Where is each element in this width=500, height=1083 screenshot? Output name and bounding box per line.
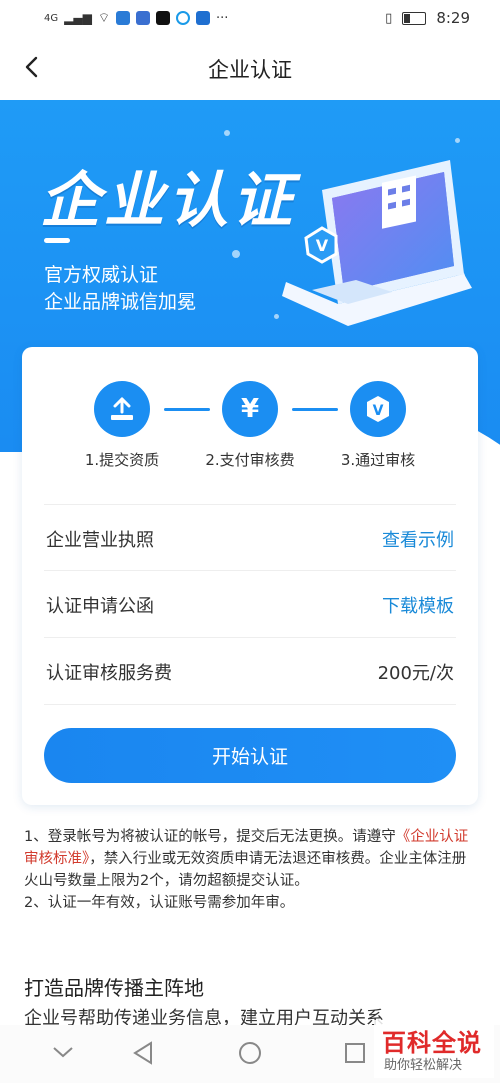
row-service-fee: 认证审核服务费 200元/次 (44, 637, 456, 704)
clock: 8:29 (436, 9, 470, 27)
row-label: 认证审核服务费 (46, 663, 172, 684)
row-label: 认证申请公函 (46, 596, 154, 617)
verified-icon: V (350, 381, 406, 437)
decor-dot (274, 314, 279, 319)
status-icons-left: 4G ▂▄▆ ⌔ ··· (44, 10, 229, 27)
hero-title: 企业认证 (40, 166, 296, 236)
signal-icon: ▂▄▆ (64, 11, 92, 25)
chevron-down-icon[interactable] (52, 1045, 74, 1059)
app-notification-icon (176, 11, 191, 25)
more-notifications-icon: ··· (216, 10, 229, 26)
watermark-subtitle: 助你轻松解决 (384, 1058, 463, 1073)
fee-value: 200元/次 (377, 663, 454, 684)
vibrate-icon: ▯ (385, 10, 393, 26)
app-notification-icon (136, 11, 151, 25)
section-title: 打造品牌传播主阵地 (24, 976, 204, 1000)
chevron-left-icon (25, 56, 38, 78)
recents-square-icon[interactable] (344, 1042, 366, 1064)
row-business-license: 企业营业执照 查看示例 (44, 504, 456, 571)
home-circle-icon[interactable] (238, 1041, 262, 1065)
download-template-link[interactable]: 下载模板 (382, 592, 454, 618)
app-notification-icon (196, 11, 211, 25)
hero-tagline-1: 官方权威认证 (44, 264, 159, 286)
laptop-illustration: V (282, 160, 472, 326)
battery-icon (402, 11, 427, 25)
decor-dot (232, 250, 240, 258)
back-triangle-icon[interactable] (132, 1041, 154, 1065)
yen-icon: ¥ (222, 381, 278, 437)
step-label-submit: 1.提交资质 (84, 451, 160, 469)
notes: 1、登录帐号为将被认证的帐号，提交后无法更换。请遵守《企业认证审核标准》，禁入行… (24, 826, 478, 914)
note-1: 1、登录帐号为将被认证的帐号，提交后无法更换。请遵守《企业认证审核标准》，禁入行… (24, 826, 478, 892)
upload-icon (94, 381, 150, 437)
divider (44, 704, 456, 705)
note-2: 2、认证一年有效，认证账号需参加年审。 (24, 895, 295, 911)
step-label-pay: 2.支付审核费 (205, 451, 295, 469)
start-certification-button[interactable]: 开始认证 (44, 728, 456, 783)
back-button[interactable] (18, 52, 48, 82)
certification-card: ¥ V 1.提交资质 2.支付审核费 3.通过审核 企业营业执照 查看示例 认证… (22, 347, 478, 805)
step-connector (292, 408, 338, 411)
status-icons-right: ▯ 8:29 (385, 9, 470, 27)
hero-tagline-2: 企业品牌诚信加冕 (44, 291, 197, 313)
svg-text:V: V (373, 403, 384, 419)
app-notification-icon (116, 11, 131, 25)
note-text: ，禁入行业或无效资质申请无法退还审核费。企业主体注册火山号数量上限为2个，请勿超… (24, 851, 467, 889)
wifi-icon: ⌔ (97, 11, 111, 26)
watermark-title: 百科全说 (382, 1029, 482, 1057)
network-type: 4G (44, 12, 59, 24)
nav-bar: 企业认证 (0, 38, 500, 100)
row-application-letter: 认证申请公函 下载模板 (44, 570, 456, 637)
status-bar: 4G ▂▄▆ ⌔ ··· ▯ 8:29 (0, 0, 500, 38)
note-text: 1、登录帐号为将被认证的帐号，提交后无法更换。请遵守 (24, 829, 396, 845)
step-connector (164, 408, 210, 411)
verified-badge-icon: V (316, 236, 329, 255)
decor-dot (455, 138, 460, 143)
row-label: 企业营业执照 (46, 530, 154, 551)
view-example-link[interactable]: 查看示例 (382, 526, 454, 552)
hero-divider (44, 238, 70, 243)
tiktok-icon (156, 11, 171, 25)
decor-dot (224, 130, 230, 136)
page-title: 企业认证 (208, 58, 292, 82)
step-label-approve: 3.通过审核 (340, 451, 416, 469)
